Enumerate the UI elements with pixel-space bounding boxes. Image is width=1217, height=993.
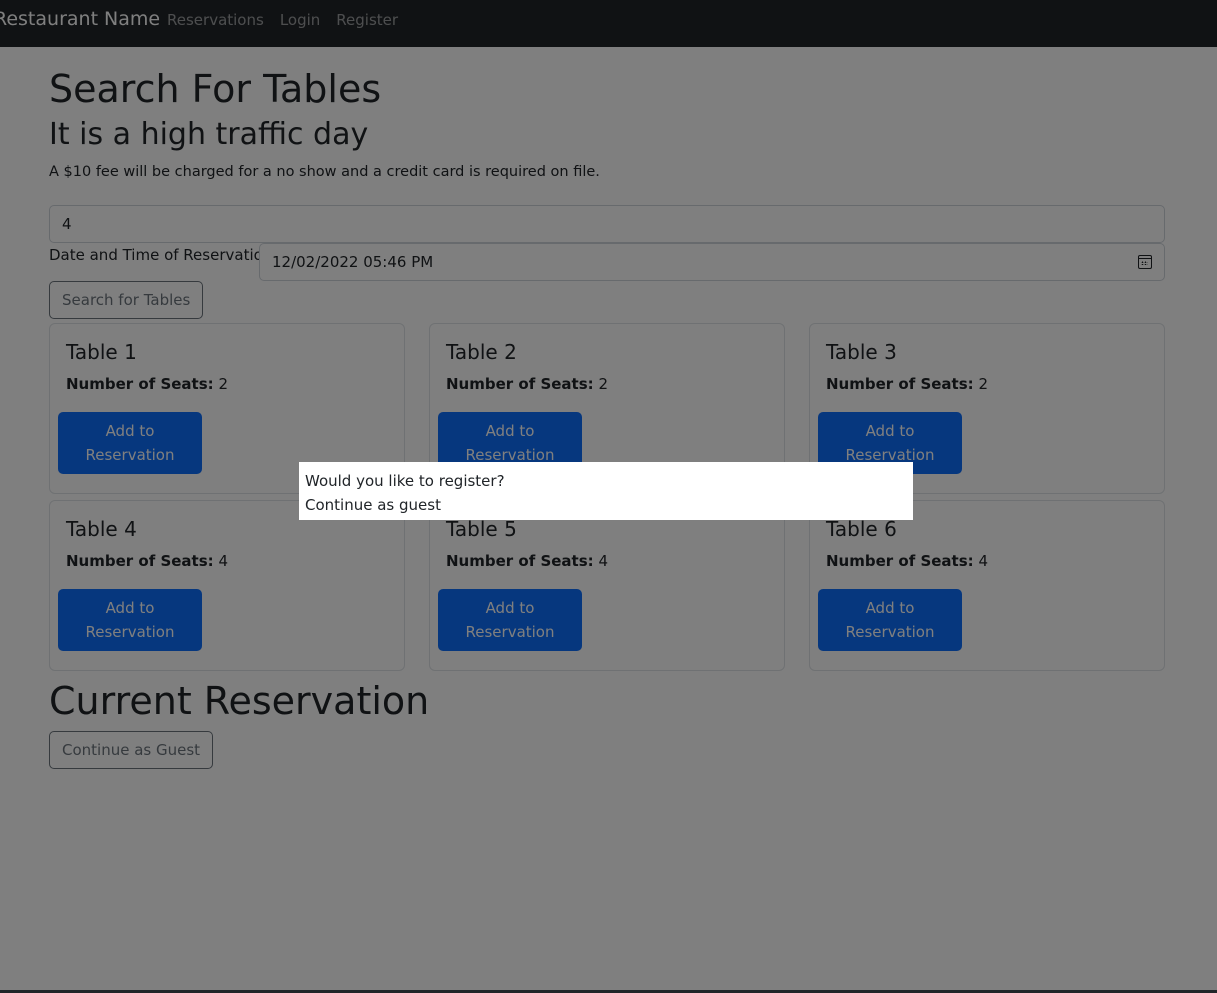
register-option[interactable]: Would you like to register?: [305, 469, 907, 493]
register-prompt-popup: Would you like to register? Continue as …: [299, 462, 913, 520]
continue-as-guest-option[interactable]: Continue as guest: [305, 493, 907, 517]
